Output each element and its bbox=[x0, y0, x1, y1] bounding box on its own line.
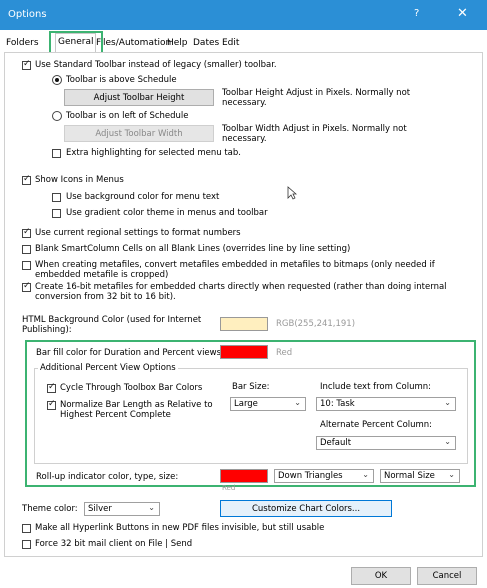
normalize-checkbox[interactable] bbox=[47, 399, 56, 410]
use-standard-toolbar-label: Use Standard Toolbar instead of legacy (… bbox=[35, 60, 277, 70]
chevron-down-icon: ⌄ bbox=[444, 398, 451, 407]
rollup-type-select[interactable]: Down Triangles ⌄ bbox=[274, 469, 374, 483]
theme-color-value: Silver bbox=[88, 504, 112, 514]
window-title: Options bbox=[8, 9, 47, 20]
metafiles-convert-checkbox[interactable] bbox=[22, 261, 31, 270]
rollup-label: Roll-up indicator color, type, size: bbox=[36, 472, 179, 482]
toolbar-above-label: Toolbar is above Schedule bbox=[66, 75, 177, 85]
mail-client-checkbox[interactable] bbox=[22, 540, 31, 549]
chevron-down-icon: ⌄ bbox=[294, 398, 301, 407]
regional-settings-label: Use current regional settings to format … bbox=[35, 228, 241, 238]
tab-edit[interactable]: Edit bbox=[222, 35, 239, 52]
title-bar: Options ? ✕ bbox=[0, 0, 487, 30]
metafiles-16bit-label: Create 16-bit metafiles for embedded cha… bbox=[35, 282, 447, 302]
bar-size-select[interactable]: Large ⌄ bbox=[230, 397, 306, 411]
chevron-down-icon: ⌄ bbox=[444, 437, 451, 446]
rollup-color-swatch[interactable] bbox=[220, 469, 268, 483]
theme-color-select[interactable]: Silver ⌄ bbox=[84, 502, 160, 516]
show-icons-label: Show Icons in Menus bbox=[35, 175, 124, 185]
pdf-links-label: Make all Hyperlink Buttons in new PDF fi… bbox=[35, 523, 325, 533]
ok-button[interactable]: OK bbox=[351, 567, 411, 585]
regional-settings-checkbox[interactable] bbox=[22, 227, 31, 238]
include-text-value: 10: Task bbox=[320, 399, 355, 409]
percent-options-title: Additional Percent View Options bbox=[38, 363, 178, 373]
options-dialog: Options ? ✕ Folders General Files/Automa… bbox=[0, 0, 487, 588]
bar-fill-label: Bar fill color for Duration and Percent … bbox=[36, 348, 224, 358]
blank-smartcolumn-checkbox[interactable] bbox=[22, 245, 31, 254]
close-icon[interactable]: ✕ bbox=[457, 6, 468, 21]
html-bg-label: HTML Background Color (used for Internet… bbox=[22, 315, 202, 335]
show-icons-checkbox[interactable] bbox=[22, 174, 31, 185]
menu-bg-color-label: Use background color for menu text bbox=[66, 192, 220, 202]
rollup-size-value: Normal Size bbox=[384, 471, 435, 481]
rollup-type-value: Down Triangles bbox=[278, 471, 343, 481]
bar-fill-value: Red bbox=[276, 348, 293, 358]
chevron-down-icon: ⌄ bbox=[148, 503, 155, 512]
cycle-colors-checkbox[interactable] bbox=[47, 382, 56, 393]
bar-fill-swatch[interactable] bbox=[220, 345, 268, 359]
metafiles-16bit-checkbox[interactable] bbox=[22, 281, 31, 292]
mouse-cursor-icon bbox=[287, 186, 297, 200]
menu-bg-color-checkbox[interactable] bbox=[52, 193, 61, 202]
tab-files-automation[interactable]: Files/Automation bbox=[96, 35, 171, 52]
chevron-down-icon: ⌄ bbox=[448, 470, 455, 479]
cycle-colors-label: Cycle Through Toolbox Bar Colors bbox=[60, 383, 203, 393]
gradient-theme-checkbox[interactable] bbox=[52, 209, 61, 218]
alt-percent-value: Default bbox=[320, 438, 352, 448]
chevron-down-icon: ⌄ bbox=[362, 470, 369, 479]
gradient-theme-label: Use gradient color theme in menus and to… bbox=[66, 208, 268, 218]
bar-size-label: Bar Size: bbox=[232, 382, 270, 392]
theme-color-label: Theme color: bbox=[22, 504, 78, 514]
pdf-links-checkbox[interactable] bbox=[22, 524, 31, 533]
customize-chart-colors-button[interactable]: Customize Chart Colors... bbox=[220, 500, 392, 517]
alt-percent-select[interactable]: Default ⌄ bbox=[316, 436, 456, 450]
rollup-color-text: Red bbox=[222, 484, 236, 492]
html-bg-swatch[interactable] bbox=[220, 317, 268, 331]
toolbar-left-radio[interactable] bbox=[52, 111, 62, 121]
toolbar-left-label: Toolbar is on left of Schedule bbox=[66, 111, 189, 121]
tab-dates[interactable]: Dates bbox=[193, 35, 219, 52]
extra-highlight-checkbox[interactable] bbox=[52, 149, 61, 158]
rollup-size-select[interactable]: Normal Size ⌄ bbox=[380, 469, 460, 483]
extra-highlight-label: Extra highlighting for selected menu tab… bbox=[66, 148, 241, 158]
html-bg-value: RGB(255,241,191) bbox=[276, 319, 356, 329]
adjust-height-note: Toolbar Height Adjust in Pixels. Normall… bbox=[222, 88, 411, 108]
tab-help[interactable]: Help bbox=[167, 35, 188, 52]
include-text-label: Include text from Column: bbox=[320, 382, 432, 392]
blank-smartcolumn-label: Blank SmartColumn Cells on all Blank Lin… bbox=[35, 244, 351, 254]
use-standard-toolbar-checkbox[interactable] bbox=[22, 59, 31, 70]
bar-size-value: Large bbox=[234, 399, 258, 409]
tab-folders[interactable]: Folders bbox=[6, 35, 39, 52]
alt-percent-label: Alternate Percent Column: bbox=[320, 420, 433, 430]
mail-client-label: Force 32 bit mail client on File | Send bbox=[35, 539, 193, 549]
include-text-select[interactable]: 10: Task ⌄ bbox=[316, 397, 456, 411]
help-icon[interactable]: ? bbox=[414, 8, 419, 19]
adjust-toolbar-width-button[interactable]: Adjust Toolbar Width bbox=[64, 125, 214, 142]
metafiles-convert-label: When creating metafiles, convert metafil… bbox=[35, 260, 435, 280]
normalize-label: Normalize Bar Length as Relative to High… bbox=[60, 400, 213, 420]
toolbar-above-radio[interactable] bbox=[52, 75, 62, 85]
cancel-button[interactable]: Cancel bbox=[417, 567, 477, 585]
adjust-toolbar-height-button[interactable]: Adjust Toolbar Height bbox=[64, 89, 214, 106]
adjust-width-note: Toolbar Width Adjust in Pixels. Normally… bbox=[222, 124, 407, 144]
